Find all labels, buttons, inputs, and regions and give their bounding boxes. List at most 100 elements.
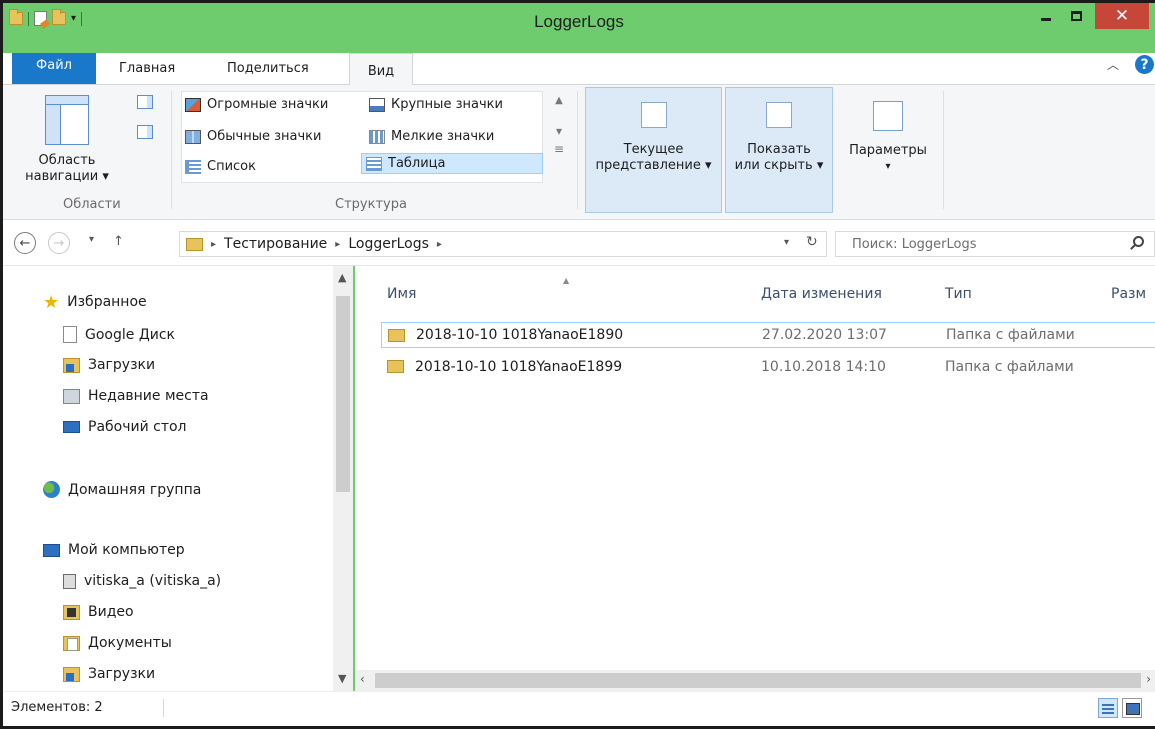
details-pane-icon[interactable]	[137, 125, 153, 139]
navigation-pane-button[interactable]: Область навигации ▾	[17, 95, 117, 185]
documents-icon	[63, 635, 80, 651]
large-icons-label: Крупные значки	[391, 97, 503, 112]
layout-normal-icons[interactable]: Обычные значки	[185, 129, 321, 144]
computer-icon	[43, 543, 60, 557]
search-icon[interactable]	[1133, 236, 1144, 247]
breadcrumb-item[interactable]: Тестирование	[224, 236, 327, 252]
nav-pane-scrollbar[interactable]: ▲ ▼	[333, 266, 353, 691]
layout-large-icons[interactable]: Крупные значки	[369, 97, 503, 112]
layout-list[interactable]: Список	[185, 159, 256, 174]
normal-icons-icon	[185, 129, 201, 144]
scroll-down-icon[interactable]: ▼	[338, 672, 346, 685]
nav-downloads[interactable]: Загрузки	[63, 357, 155, 373]
current-view-label-1: Текущее	[623, 142, 684, 157]
navigation-pane-icon	[45, 95, 89, 145]
nav-favorites[interactable]: ★ Избранное	[43, 293, 147, 311]
ribbon-tab-strip	[3, 53, 1155, 85]
recent-locations-icon[interactable]: ▾	[89, 234, 94, 245]
status-bar: Элементов: 2	[3, 691, 1155, 726]
breadcrumb-item[interactable]: LoggerLogs	[348, 236, 429, 252]
nav-downloads-2[interactable]: Загрузки	[63, 666, 155, 682]
options-button[interactable]: Параметры ▾	[839, 87, 937, 175]
details-icon	[366, 156, 382, 171]
minimize-ribbon-icon[interactable]: ︿	[1107, 56, 1119, 73]
gallery-down-icon[interactable]: ▾	[549, 124, 569, 138]
separator	[163, 699, 164, 717]
maximize-button[interactable]	[1061, 3, 1091, 29]
nav-user-drive[interactable]: vitiska_a (vitiska_a)	[63, 573, 221, 589]
gallery-expand-icon[interactable]: ≡	[549, 142, 569, 156]
nav-computer-label: Мой компьютер	[68, 542, 185, 558]
search-placeholder: Поиск: LoggerLogs	[852, 236, 977, 252]
details-view-button[interactable]	[1098, 698, 1118, 718]
file-name: 2018-10-10 1018YanaoE1899	[415, 359, 623, 375]
forward-button[interactable]: →	[48, 232, 70, 254]
column-header-date[interactable]: Дата изменения	[761, 286, 882, 302]
layout-group-label: Структура	[335, 197, 407, 212]
column-header-size[interactable]: Разм	[1111, 286, 1146, 302]
show-hide-button[interactable]: Показать или скрыть ▾	[725, 87, 833, 213]
breadcrumb-separator[interactable]: ▸	[211, 239, 216, 250]
tab-file[interactable]: Файл	[12, 53, 96, 84]
sort-ascending-icon: ▲	[563, 276, 570, 285]
nav-desktop[interactable]: Рабочий стол	[63, 419, 187, 435]
minimize-button[interactable]	[1031, 3, 1061, 29]
nav-recent[interactable]: Недавние места	[63, 388, 209, 404]
tab-view-label: Вид	[367, 63, 395, 79]
up-button[interactable]: ↑	[113, 234, 124, 249]
huge-icons-icon	[185, 97, 201, 112]
file-name: 2018-10-10 1018YanaoE1890	[416, 327, 624, 343]
scroll-right-icon[interactable]: ›	[1146, 672, 1151, 686]
downloads-icon	[63, 357, 80, 373]
refresh-icon[interactable]: ↻	[806, 234, 818, 250]
file-row[interactable]: 2018-10-10 1018YanaoE1890 27.02.2020 13:…	[381, 322, 1155, 348]
scroll-left-icon[interactable]: ‹	[360, 672, 365, 686]
back-button[interactable]: ←	[14, 232, 36, 254]
column-header-name[interactable]: Имя	[387, 286, 416, 302]
preview-pane-icon[interactable]	[137, 95, 153, 109]
column-header-type[interactable]: Тип	[945, 286, 972, 302]
help-icon[interactable]: ?	[1135, 55, 1154, 74]
close-button[interactable]: ✕	[1095, 3, 1149, 29]
show-hide-label-1: Показать	[747, 142, 811, 157]
list-icon	[185, 159, 201, 174]
breadcrumb-separator[interactable]: ▸	[335, 239, 340, 250]
options-icon	[873, 101, 903, 131]
layout-details[interactable]: Таблица	[361, 153, 543, 174]
layout-gallery-scroll[interactable]: ▲ ▾ ≡	[549, 91, 569, 183]
nav-computer[interactable]: Мой компьютер	[43, 542, 185, 558]
details-label: Таблица	[388, 156, 446, 171]
layout-huge-icons[interactable]: Огромные значки	[185, 97, 328, 112]
breadcrumb[interactable]: ▸ Тестирование ▸ LoggerLogs ▸ ▾ ↻	[179, 231, 827, 257]
nav-downloads-2-label: Загрузки	[88, 666, 156, 682]
options-label: Параметры	[849, 143, 927, 158]
nav-documents[interactable]: Документы	[63, 635, 172, 651]
nav-videos[interactable]: Видео	[63, 604, 134, 620]
search-input[interactable]: Поиск: LoggerLogs	[835, 231, 1155, 257]
nav-google-drive[interactable]: Google Диск	[63, 326, 175, 343]
file-list-hscrollbar[interactable]: ‹ ›	[355, 670, 1155, 691]
file-row[interactable]: 2018-10-10 1018YanaoE1899 10.10.2018 14:…	[381, 354, 1155, 380]
large-icons-view-button[interactable]	[1122, 698, 1142, 718]
scroll-thumb[interactable]	[336, 296, 350, 492]
layout-small-icons[interactable]: Мелкие значки	[369, 129, 494, 144]
list-label: Список	[207, 159, 256, 174]
scroll-up-icon[interactable]: ▲	[338, 271, 346, 284]
small-icons-label: Мелкие значки	[391, 129, 495, 144]
nav-documents-label: Документы	[88, 635, 172, 651]
tab-view[interactable]: Вид	[349, 53, 413, 86]
nav-pane-label-1: Область	[38, 153, 96, 168]
tab-home[interactable]: Главная	[119, 61, 175, 76]
address-dropdown-icon[interactable]: ▾	[784, 237, 789, 248]
options-arrow: ▾	[885, 161, 891, 172]
nav-downloads-label: Загрузки	[88, 357, 156, 373]
gallery-up-icon[interactable]: ▲	[549, 95, 569, 106]
nav-pane-label-2: навигации ▾	[25, 169, 109, 184]
breadcrumb-separator[interactable]: ▸	[437, 239, 442, 250]
network-drive-icon	[63, 573, 76, 589]
minimize-icon	[1041, 17, 1051, 21]
nav-homegroup[interactable]: Домашняя группа	[43, 481, 201, 498]
tab-share[interactable]: Поделиться	[227, 61, 309, 76]
scroll-thumb[interactable]	[375, 673, 1141, 688]
current-view-button[interactable]: Текущее представление ▾	[585, 87, 722, 213]
